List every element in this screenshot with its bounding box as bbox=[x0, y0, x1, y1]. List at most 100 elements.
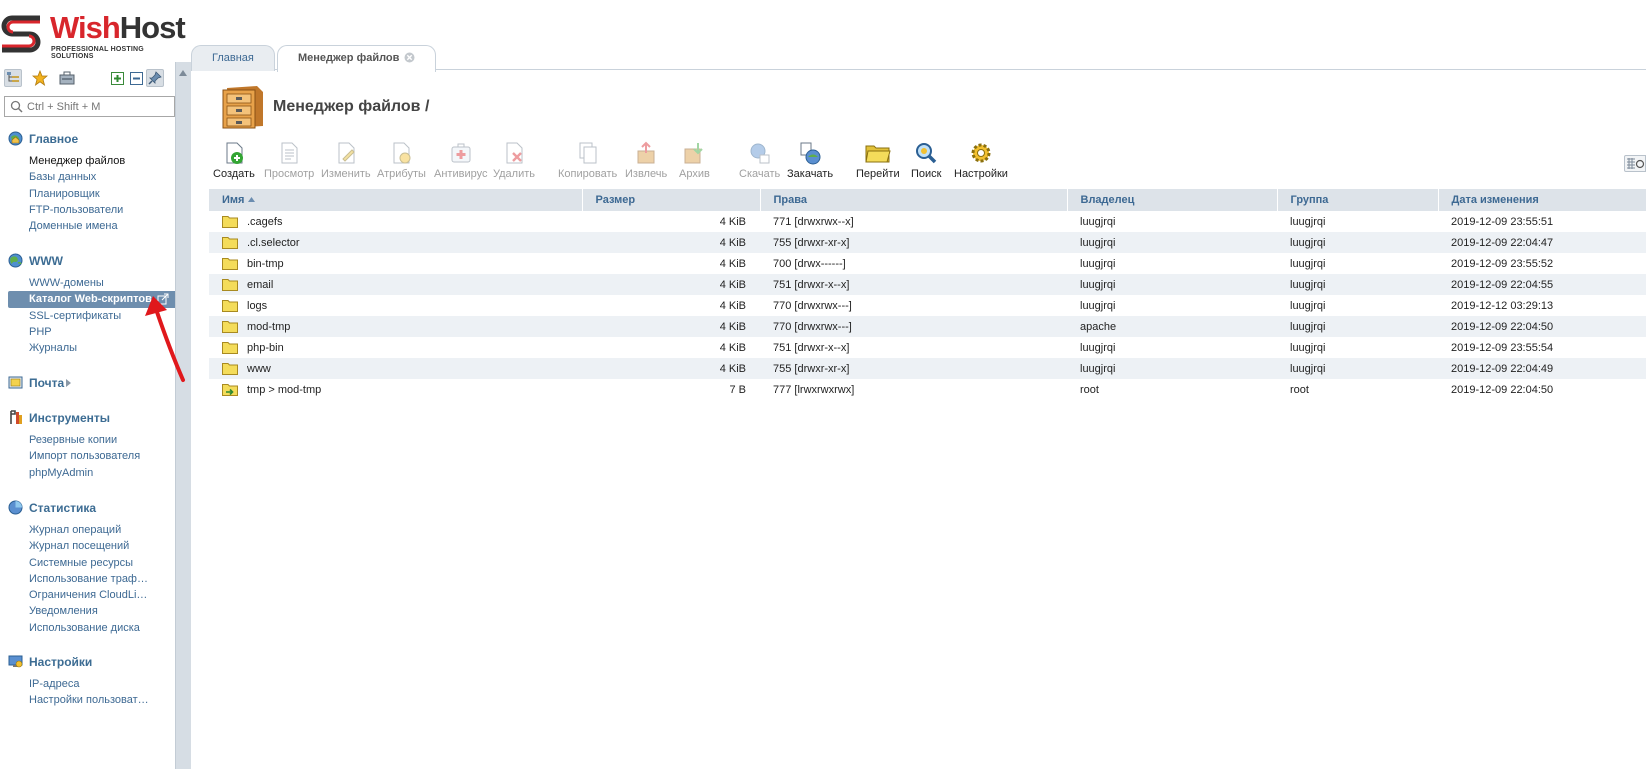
settings-monitor-icon bbox=[8, 655, 23, 668]
create-button-label: Создать bbox=[213, 168, 255, 180]
sidebar-item-domain-names[interactable]: Доменные имена bbox=[0, 218, 182, 234]
nav-section-statistics-header[interactable]: Статистика bbox=[0, 498, 182, 518]
table-row[interactable]: php-bin 4 KiB 751 [drwxr-x--x] luugjrqi luug… bbox=[209, 337, 1646, 358]
cell-size: 4 KiB bbox=[582, 232, 760, 253]
sidebar-search[interactable] bbox=[4, 96, 175, 117]
table-row[interactable]: tmp > mod-tmp 7 B 777 [lrwxrwxrwx] root root… bbox=[209, 379, 1646, 400]
cell-name[interactable]: .cl.selector bbox=[209, 232, 582, 253]
table-row[interactable]: .cagefs 4 KiB 771 [drwxrwx--x] luugjrqi luug… bbox=[209, 211, 1646, 232]
column-header-modified[interactable]: Дата изменения bbox=[1438, 189, 1646, 211]
sidebar-splitter[interactable] bbox=[175, 62, 191, 769]
toolbox-icon[interactable] bbox=[58, 69, 76, 87]
nav-section-mail-label: Почта bbox=[29, 376, 65, 390]
search-button[interactable]: Поиск bbox=[911, 140, 941, 182]
pin-icon[interactable] bbox=[146, 69, 164, 87]
nav-section-tools-header[interactable]: Инструменты bbox=[0, 408, 182, 428]
cell-modified: 2019-12-09 22:04:49 bbox=[1438, 358, 1646, 379]
cell-size: 4 KiB bbox=[719, 257, 746, 270]
cell-owner: luugjrqi bbox=[1080, 257, 1116, 270]
column-header-permissions[interactable]: Права bbox=[760, 189, 1068, 211]
table-row[interactable]: www 4 KiB 755 [drwxr-xr-x] luugjrqi luugjrqi… bbox=[209, 358, 1646, 379]
star-icon[interactable] bbox=[31, 69, 49, 87]
create-button[interactable]: Создать bbox=[213, 140, 255, 182]
sidebar-item-www-domains[interactable]: WWW-домены bbox=[0, 275, 182, 291]
chevron-right-icon[interactable] bbox=[66, 379, 71, 387]
collapse-arrow-icon[interactable] bbox=[179, 70, 187, 76]
cell-group: luugjrqi bbox=[1277, 274, 1438, 295]
www-globe-icon bbox=[8, 253, 23, 268]
copy-button[interactable]: Копировать bbox=[558, 140, 617, 182]
sidebar-item-scheduler[interactable]: Планировщик bbox=[0, 186, 182, 202]
cell-name[interactable]: mod-tmp bbox=[209, 316, 582, 337]
sidebar-item-notifications[interactable]: Уведомления bbox=[0, 603, 182, 619]
table-row[interactable]: .cl.selector 4 KiB 755 [drwxr-xr-x] luugjrq… bbox=[209, 232, 1646, 253]
sidebar-item-ip-addresses[interactable]: IP-адреса bbox=[0, 676, 182, 692]
archive-button[interactable]: Архив bbox=[679, 140, 710, 182]
folder-icon bbox=[222, 258, 238, 270]
column-header-size[interactable]: Размер bbox=[582, 189, 761, 211]
tab-home[interactable]: Главная bbox=[191, 45, 275, 71]
cell-modified: 2019-12-09 22:04:47 bbox=[1438, 232, 1646, 253]
cell-name[interactable]: .cagefs bbox=[209, 211, 582, 232]
cell-modified: 2019-12-09 23:55:51 bbox=[1451, 215, 1554, 228]
file-toolbar: Создать Просмотр Изменить Атрибуты Антив… bbox=[209, 140, 1646, 182]
sidebar-item-system-resources[interactable]: Системные ресурсы bbox=[0, 555, 182, 571]
sidebar-item-web-scripts-label: Каталог Web-скриптов bbox=[29, 293, 152, 306]
download-icon bbox=[750, 143, 770, 164]
brand-logo[interactable]: WishHost PROFESSIONAL HOSTING SOLUTIONS bbox=[0, 8, 186, 60]
table-row[interactable]: bin-tmp 4 KiB 700 [drwx------] luugjrqi luug… bbox=[209, 253, 1646, 274]
nav-section-main-header[interactable]: Главное bbox=[0, 129, 182, 149]
sidebar-item-traffic-usage[interactable]: Использование траф… bbox=[0, 571, 182, 587]
cell-group: luugjrqi bbox=[1290, 215, 1326, 228]
cell-name[interactable]: bin-tmp bbox=[209, 253, 582, 274]
antivirus-button[interactable]: Антивирус bbox=[434, 140, 487, 182]
extract-button[interactable]: Извлечь bbox=[625, 140, 667, 182]
sidebar-item-file-manager[interactable]: Менеджер файлов bbox=[0, 153, 182, 169]
attributes-button[interactable]: Атрибуты bbox=[377, 140, 426, 182]
tree-icon[interactable] bbox=[4, 69, 22, 87]
attributes-button-label: Атрибуты bbox=[377, 168, 426, 180]
view-button[interactable]: Просмотр bbox=[264, 140, 314, 182]
sidebar-item-backups[interactable]: Резервные копии bbox=[0, 432, 182, 448]
column-header-name[interactable]: Имя bbox=[209, 189, 583, 211]
nav-section-settings-header[interactable]: Настройки bbox=[0, 652, 182, 672]
upload-button[interactable]: Закачать bbox=[787, 140, 833, 182]
cell-permissions: 751 [drwxr-x--x] bbox=[760, 274, 1067, 295]
table-row[interactable]: mod-tmp 4 KiB 770 [drwxrwx---] apache luugjr… bbox=[209, 316, 1646, 337]
column-header-group[interactable]: Группа bbox=[1277, 189, 1439, 211]
cell-name[interactable]: logs bbox=[209, 295, 582, 316]
edit-button[interactable]: Изменить bbox=[321, 140, 371, 182]
settings-gear-icon bbox=[971, 143, 991, 163]
close-tab-icon[interactable] bbox=[404, 52, 415, 63]
sidebar-item-ftp-users[interactable]: FTP-пользователи bbox=[0, 202, 182, 218]
delete-button[interactable]: Удалить bbox=[493, 140, 535, 182]
table-row[interactable]: logs 4 KiB 770 [drwxrwx---] luugjrqi luugjrq… bbox=[209, 295, 1646, 316]
expand-icon[interactable] bbox=[108, 69, 126, 87]
sidebar-item-user-import[interactable]: Импорт пользователя bbox=[0, 448, 182, 464]
nav-section-www-header[interactable]: WWW bbox=[0, 251, 182, 271]
cell-name[interactable]: tmp > mod-tmp bbox=[209, 379, 582, 400]
table-row[interactable]: email 4 KiB 751 [drwxr-x--x] luugjrqi luugjr… bbox=[209, 274, 1646, 295]
sort-ascending-icon bbox=[248, 197, 256, 202]
grid-view-toggle[interactable] bbox=[1624, 155, 1646, 172]
sidebar-item-user-settings[interactable]: Настройки пользоват… bbox=[0, 692, 182, 708]
settings-button[interactable]: Настройки bbox=[954, 140, 1008, 182]
cell-name[interactable]: email bbox=[209, 274, 582, 295]
goto-button[interactable]: Перейти bbox=[856, 140, 900, 182]
sidebar-item-operations-log[interactable]: Журнал операций bbox=[0, 522, 182, 538]
cell-name[interactable]: www bbox=[209, 358, 582, 379]
cell-name[interactable]: php-bin bbox=[209, 337, 582, 358]
download-button[interactable]: Скачать bbox=[739, 140, 780, 182]
sidebar-item-disk-usage[interactable]: Использование диска bbox=[0, 620, 182, 636]
tab-file-manager[interactable]: Менеджер файлов bbox=[277, 45, 437, 72]
collapse-icon[interactable] bbox=[127, 69, 145, 87]
sidebar-item-phpmyadmin[interactable]: phpMyAdmin bbox=[0, 465, 182, 481]
file-name: .cl.selector bbox=[247, 237, 300, 249]
sidebar-item-databases[interactable]: Базы данных bbox=[0, 169, 182, 185]
view-icon bbox=[281, 142, 298, 164]
sidebar-search-input[interactable] bbox=[27, 99, 172, 114]
column-header-owner[interactable]: Владелец bbox=[1067, 189, 1278, 211]
sidebar-toolbar bbox=[0, 66, 182, 90]
sidebar-item-cloudlinux-limits[interactable]: Ограничения CloudLi… bbox=[0, 587, 182, 603]
sidebar-item-visits-log[interactable]: Журнал посещений bbox=[0, 538, 182, 554]
